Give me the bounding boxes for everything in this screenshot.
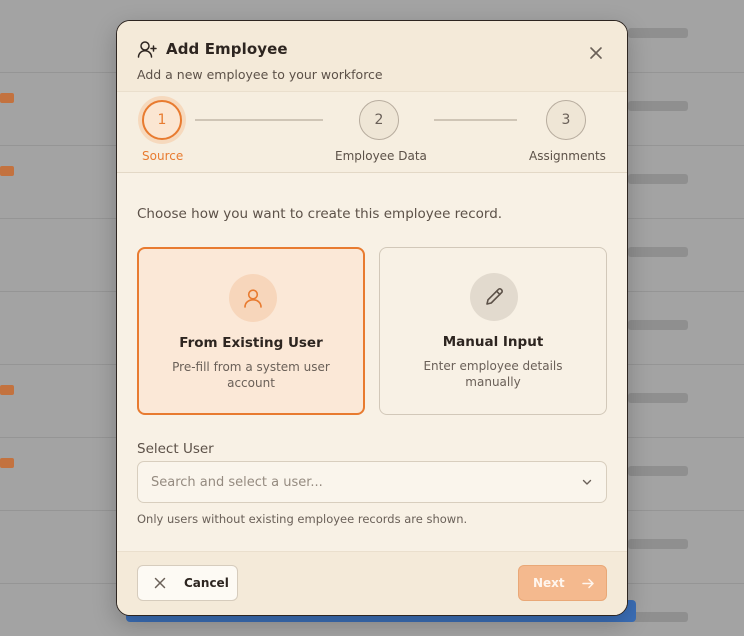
dialog-title: Add Employee	[166, 40, 288, 58]
step-2-indicator: 2	[359, 100, 399, 140]
step-2-label: Employee Data	[335, 149, 427, 163]
background-marker	[0, 166, 14, 176]
background-marker	[0, 385, 14, 395]
background-text	[628, 393, 688, 403]
next-button[interactable]: Next	[518, 565, 607, 601]
option-icon-badge	[470, 273, 518, 321]
step-connector	[195, 119, 323, 121]
background-text	[628, 466, 688, 476]
background-text	[628, 320, 688, 330]
option-title: Manual Input	[442, 334, 544, 350]
user-select[interactable]: Search and select a user...	[137, 461, 607, 503]
user-plus-icon	[137, 40, 158, 58]
chevron-down-icon	[582, 479, 592, 485]
cancel-button-label: Cancel	[184, 576, 229, 590]
option-manual-input[interactable]: Manual Input Enter employee details manu…	[379, 247, 607, 415]
step-connector	[434, 119, 517, 121]
option-icon-badge	[229, 274, 277, 322]
close-icon	[590, 47, 602, 59]
option-description: Enter employee details manually	[423, 359, 563, 389]
option-title: From Existing User	[179, 335, 323, 351]
user-select-placeholder: Search and select a user...	[151, 475, 323, 490]
intro-text: Choose how you want to create this emplo…	[137, 206, 503, 222]
dialog-title-row: Add Employee	[137, 40, 288, 58]
pencil-icon	[486, 288, 503, 305]
arrow-right-icon	[581, 578, 594, 588]
background-text	[628, 247, 688, 257]
dialog-footer: Cancel Next	[117, 551, 627, 615]
step-1-indicator: 1	[142, 100, 182, 140]
background-text	[628, 28, 688, 38]
step-3-indicator: 3	[546, 100, 586, 140]
cancel-button[interactable]: Cancel	[137, 565, 238, 601]
add-employee-dialog: Add Employee Add a new employee to your …	[116, 20, 628, 616]
background-text	[628, 539, 688, 549]
dialog-header: Add Employee Add a new employee to your …	[117, 21, 627, 92]
step-3-label: Assignments	[529, 149, 606, 163]
step-1-label: Source	[142, 149, 184, 163]
close-icon	[154, 577, 166, 589]
select-user-hint: Only users without existing employee rec…	[137, 512, 468, 526]
user-icon	[244, 289, 262, 308]
close-button[interactable]	[589, 45, 603, 59]
background-text	[628, 174, 688, 184]
next-button-label: Next	[533, 576, 565, 590]
background-marker	[0, 458, 14, 468]
background-text	[628, 101, 688, 111]
background-text	[628, 612, 688, 622]
select-user-label: Select User	[137, 441, 214, 457]
background-marker	[0, 93, 14, 103]
option-existing-user[interactable]: From Existing User Pre-fill from a syste…	[137, 247, 365, 415]
dialog-subtitle: Add a new employee to your workforce	[137, 67, 383, 82]
stepper: 1 Source 2 Employee Data 3 Assignments	[117, 92, 627, 173]
option-description: Pre-fill from a system user account	[172, 360, 330, 390]
